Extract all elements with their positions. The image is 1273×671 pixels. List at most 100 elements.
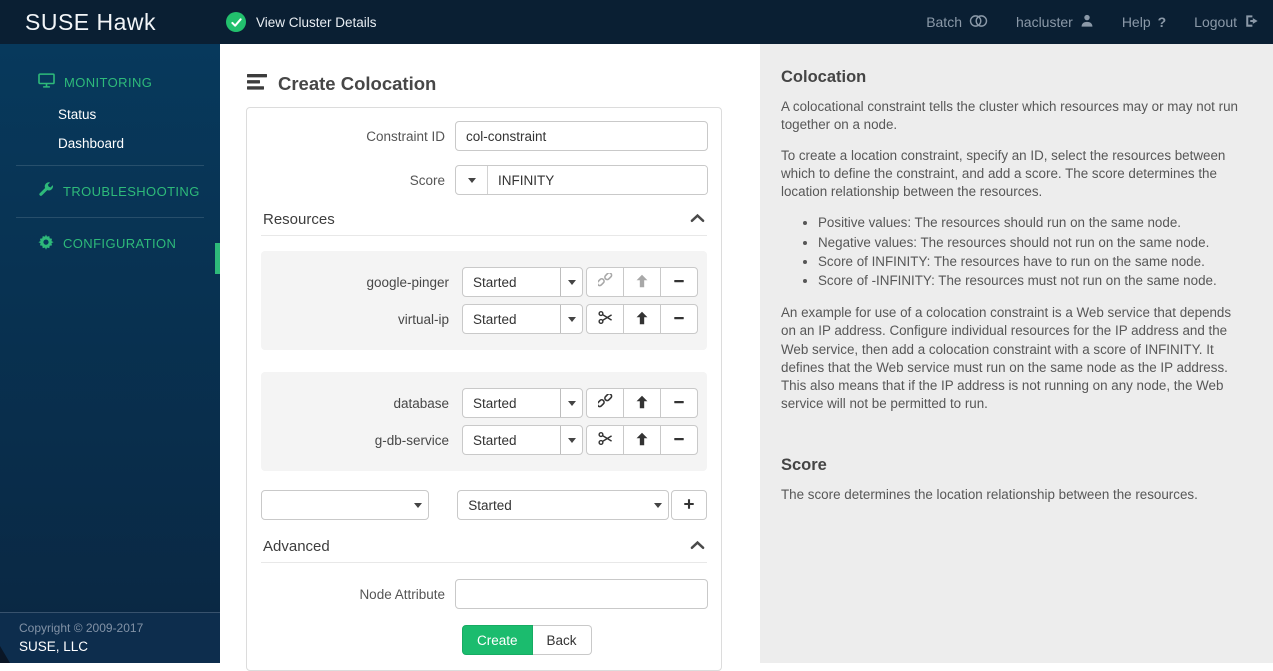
resource-row-virtual-ip: virtual-ip Started xyxy=(261,304,707,334)
cluster-status-link[interactable]: View Cluster Details xyxy=(226,12,377,32)
copyright-text: Copyright © 2009-2017 xyxy=(19,621,144,635)
score-row: Score xyxy=(259,165,709,195)
arrow-up-icon xyxy=(635,274,649,291)
add-actions xyxy=(671,490,707,520)
page-title: Create Colocation xyxy=(247,73,760,95)
logout-label: Logout xyxy=(1194,14,1237,30)
resource-name: g-db-service xyxy=(374,432,449,448)
user-menu[interactable]: hacluster xyxy=(1016,13,1094,31)
sidebar-item-label: TROUBLESHOOTING xyxy=(63,184,200,199)
caret-down-icon xyxy=(647,491,668,519)
sidebar-nav: MONITORING Status Dashboard TROUBLESHOOT… xyxy=(0,44,220,262)
colocation-form-card: Constraint ID Score Resources googl xyxy=(246,107,722,671)
minus-icon xyxy=(672,432,686,449)
remove-resource-button[interactable] xyxy=(660,267,698,297)
sidebar-divider xyxy=(16,217,204,218)
move-up-button[interactable] xyxy=(623,267,661,297)
form-actions: Create Back xyxy=(462,625,709,655)
batch-button[interactable]: Batch xyxy=(926,14,988,31)
chevron-up-icon[interactable] xyxy=(690,210,705,228)
link-icon xyxy=(596,393,613,412)
node-attribute-input[interactable] xyxy=(455,579,708,609)
link-resource-button[interactable] xyxy=(586,388,624,418)
sidebar-footer: Copyright © 2009-2017 SUSE, LLC xyxy=(0,612,220,663)
score-input[interactable] xyxy=(488,166,707,194)
sidebar-item-dashboard[interactable]: Dashboard xyxy=(0,129,220,158)
move-up-button[interactable] xyxy=(623,388,661,418)
constraint-id-row: Constraint ID xyxy=(259,121,709,151)
remove-resource-button[interactable] xyxy=(660,425,698,455)
create-button[interactable]: Create xyxy=(462,625,533,655)
sidebar-item-configuration[interactable]: CONFIGURATION xyxy=(0,225,220,262)
caret-down-icon xyxy=(560,305,582,333)
advanced-section-header[interactable]: Advanced xyxy=(261,537,707,563)
row-actions xyxy=(586,425,698,455)
help-menu[interactable]: Help ? xyxy=(1122,14,1166,30)
add-resource-button[interactable] xyxy=(671,490,707,520)
unlink-resource-button[interactable] xyxy=(586,304,624,334)
app-logo[interactable]: SUSE Hawk xyxy=(25,9,156,36)
minus-icon xyxy=(672,311,686,328)
help-paragraph: To create a location constraint, specify… xyxy=(781,148,1226,200)
help-bullet-list: Positive values: The resources should ru… xyxy=(781,214,1240,290)
help-bullet: Negative values: The resources should no… xyxy=(818,234,1240,252)
role-select[interactable]: Started xyxy=(462,425,583,455)
constraint-id-input[interactable] xyxy=(455,121,708,151)
row-actions xyxy=(586,388,698,418)
caret-down-icon xyxy=(560,426,582,454)
resource-name: virtual-ip xyxy=(397,311,449,327)
help-label: Help xyxy=(1121,14,1151,30)
new-resource-select[interactable] xyxy=(261,490,430,520)
caret-down-icon xyxy=(407,491,428,519)
sidebar-subitem-label: Status xyxy=(58,107,97,122)
score-dropdown-button[interactable] xyxy=(456,166,488,194)
constraint-list-icon xyxy=(247,73,267,95)
sidebar-item-status[interactable]: Status xyxy=(0,100,220,129)
remove-resource-button[interactable] xyxy=(660,388,698,418)
scissors-icon xyxy=(597,431,613,449)
help-icon: ? xyxy=(1157,14,1167,30)
minus-icon xyxy=(672,274,686,291)
topbar: SUSE Hawk View Cluster Details Batch hac… xyxy=(0,0,1273,44)
caret-down-icon xyxy=(560,268,582,296)
cluster-status-label: View Cluster Details xyxy=(256,14,377,30)
add-resource-row: Started xyxy=(261,490,707,520)
minus-icon xyxy=(672,395,686,412)
logout-icon xyxy=(1244,14,1259,31)
help-paragraph: An example for use of a colocation const… xyxy=(781,305,1232,411)
wrench-icon xyxy=(38,182,54,201)
new-role-select-value: Started xyxy=(468,497,512,513)
sidebar-item-label: MONITORING xyxy=(64,74,153,90)
logout-button[interactable]: Logout xyxy=(1194,14,1259,31)
unlink-resource-button[interactable] xyxy=(586,425,624,455)
remove-resource-button[interactable] xyxy=(660,304,698,334)
new-role-select[interactable]: Started xyxy=(457,490,669,520)
row-actions xyxy=(586,267,698,297)
help-bullet: Score of -INFINITY: The resources must n… xyxy=(818,272,1240,290)
monitor-icon xyxy=(38,73,55,91)
sidebar-item-monitoring[interactable]: MONITORING xyxy=(0,64,220,100)
batch-toggle-icon xyxy=(969,14,988,31)
score-label: Score xyxy=(409,172,445,188)
link-resource-button[interactable] xyxy=(586,267,624,297)
move-up-button[interactable] xyxy=(623,425,661,455)
user-icon xyxy=(1080,13,1094,31)
arrow-up-icon xyxy=(635,432,649,449)
role-select[interactable]: Started xyxy=(462,388,583,418)
move-up-button[interactable] xyxy=(623,304,661,334)
sidebar-item-troubleshooting[interactable]: TROUBLESHOOTING xyxy=(0,173,220,210)
sidebar-item-label: CONFIGURATION xyxy=(63,236,177,251)
role-select[interactable]: Started xyxy=(462,304,583,334)
help-panel: Colocation A colocational constraint tel… xyxy=(760,44,1273,663)
caret-down-icon xyxy=(467,177,476,183)
score-combo xyxy=(455,165,708,195)
chevron-up-icon[interactable] xyxy=(690,537,705,555)
help-score-title: Score xyxy=(781,455,827,474)
resources-section-label: Resources xyxy=(263,211,335,228)
advanced-section-label: Advanced xyxy=(263,538,330,555)
role-select[interactable]: Started xyxy=(462,267,583,297)
resources-section-header[interactable]: Resources xyxy=(261,210,707,236)
back-button[interactable]: Back xyxy=(532,625,592,655)
company-text: SUSE, LLC xyxy=(19,639,89,654)
help-score-text: The score determines the location relati… xyxy=(781,486,1198,502)
